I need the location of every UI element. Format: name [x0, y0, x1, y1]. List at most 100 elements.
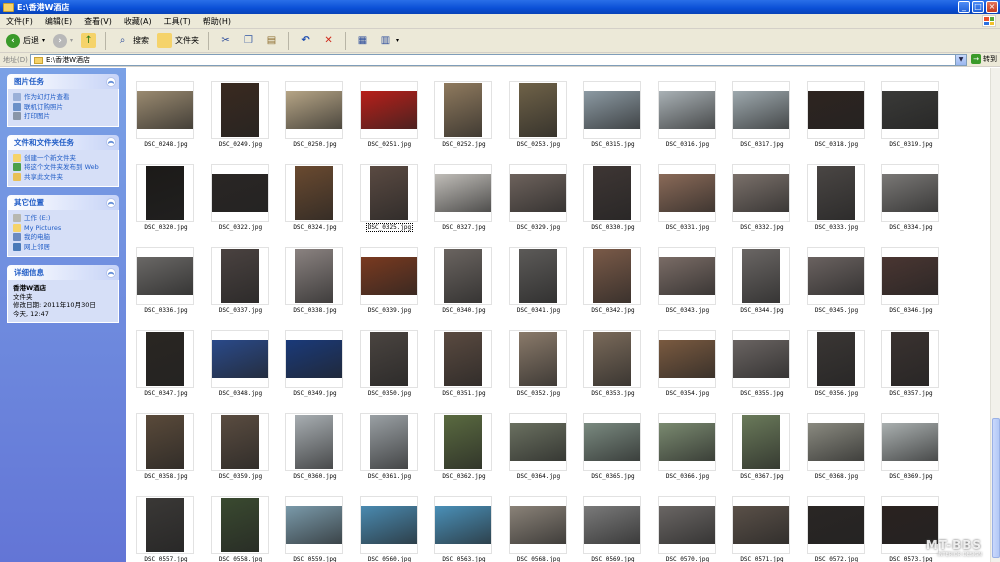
thumbnail-item[interactable]: DSC_0368.jpg: [805, 413, 880, 496]
task-order-prints[interactable]: 联机订购照片: [13, 102, 113, 112]
thumbnail-item[interactable]: DSC_0352.jpg: [507, 330, 582, 413]
copy-button[interactable]: ❐: [239, 31, 258, 51]
thumbnail-item[interactable]: DSC_0319.jpg: [879, 81, 954, 164]
thumbnail-item[interactable]: DSC_0349.jpg: [283, 330, 358, 413]
panel-header[interactable]: 文件和文件夹任务 ︽: [7, 134, 119, 150]
task-share-folder[interactable]: 共享此文件夹: [13, 172, 113, 182]
thumbnail-item[interactable]: DSC_0365.jpg: [581, 413, 656, 496]
thumbnail-item[interactable]: DSC_0364.jpg: [507, 413, 582, 496]
thumbnail-item[interactable]: DSC_0558.jpg: [209, 496, 284, 562]
thumbnail-item[interactable]: DSC_0337.jpg: [209, 247, 284, 330]
thumbnail-item[interactable]: DSC_0251.jpg: [358, 81, 433, 164]
folders-button[interactable]: 文件夹: [155, 31, 201, 51]
thumbnail-item[interactable]: DSC_0351.jpg: [432, 330, 507, 413]
thumbnail-item[interactable]: DSC_0330.jpg: [581, 164, 656, 247]
thumbnail-item[interactable]: DSC_0336.jpg: [134, 247, 209, 330]
menu-favorites[interactable]: 收藏(A): [118, 16, 158, 27]
cut-button[interactable]: ✂: [216, 31, 235, 51]
thumbnail-item[interactable]: DSC_0568.jpg: [507, 496, 582, 562]
task-publish-web[interactable]: 将这个文件夹发布到 Web: [13, 163, 113, 172]
menu-help[interactable]: 帮助(H): [197, 16, 237, 27]
thumbnail-item[interactable]: DSC_0340.jpg: [432, 247, 507, 330]
thumbnail-item[interactable]: DSC_0346.jpg: [879, 247, 954, 330]
collapse-chevron-icon[interactable]: ︽: [106, 137, 116, 147]
thumbnail-item[interactable]: DSC_0369.jpg: [879, 413, 954, 496]
thumbnail-item[interactable]: DSC_0361.jpg: [358, 413, 433, 496]
thumbnail-item[interactable]: DSC_0338.jpg: [283, 247, 358, 330]
views-button[interactable]: ▥ ▾: [376, 31, 401, 51]
search-button[interactable]: ⌕ 搜索: [113, 31, 151, 51]
thumbnail-item[interactable]: DSC_0334.jpg: [879, 164, 954, 247]
thumbnail-item[interactable]: DSC_0248.jpg: [134, 81, 209, 164]
thumbnail-item[interactable]: DSC_0339.jpg: [358, 247, 433, 330]
thumbnail-item[interactable]: DSC_0358.jpg: [134, 413, 209, 496]
panel-header[interactable]: 详细信息 ︽: [7, 265, 119, 280]
thumbnail-item[interactable]: DSC_0557.jpg: [134, 496, 209, 562]
task-slideshow[interactable]: 作为幻灯片查看: [13, 93, 113, 102]
views-dropdown-icon[interactable]: ▾: [396, 37, 399, 44]
close-button[interactable]: ×: [986, 1, 998, 13]
thumbnail-item[interactable]: DSC_0347.jpg: [134, 330, 209, 413]
thumbnail-item[interactable]: DSC_0317.jpg: [730, 81, 805, 164]
back-dropdown-icon[interactable]: ▾: [42, 37, 45, 44]
menu-view[interactable]: 查看(V): [78, 16, 118, 27]
thumbnail-item[interactable]: DSC_0327.jpg: [432, 164, 507, 247]
undo-button[interactable]: ↶: [296, 31, 315, 51]
menu-edit[interactable]: 编辑(E): [39, 16, 78, 27]
thumbnail-item[interactable]: DSC_0571.jpg: [730, 496, 805, 562]
thumbnail-item[interactable]: DSC_0367.jpg: [730, 413, 805, 496]
panel-header[interactable]: 图片任务 ︽: [7, 74, 119, 89]
scrollbar-thumb[interactable]: [992, 418, 1000, 558]
thumbnail-item[interactable]: DSC_0356.jpg: [805, 330, 880, 413]
thumbnail-item[interactable]: DSC_0332.jpg: [730, 164, 805, 247]
thumbnail-item[interactable]: DSC_0563.jpg: [432, 496, 507, 562]
vertical-scrollbar[interactable]: [990, 68, 1000, 562]
paste-button[interactable]: ▤: [262, 31, 281, 51]
thumbnail-item[interactable]: DSC_0362.jpg: [432, 413, 507, 496]
thumbnail-item[interactable]: DSC_0331.jpg: [656, 164, 731, 247]
forward-dropdown-icon[interactable]: ▾: [70, 37, 73, 44]
go-button[interactable]: → 转到: [971, 54, 997, 64]
place-my-pictures[interactable]: My Pictures: [13, 223, 113, 233]
thumbnail-item[interactable]: DSC_0572.jpg: [805, 496, 880, 562]
thumbnail-item[interactable]: DSC_0342.jpg: [581, 247, 656, 330]
minimize-button[interactable]: _: [958, 1, 970, 13]
forward-button[interactable]: › ▾: [51, 31, 75, 51]
panel-header[interactable]: 其它位置 ︽: [7, 195, 119, 210]
collapse-chevron-icon[interactable]: ︽: [106, 76, 116, 87]
place-my-computer[interactable]: 我的电脑: [13, 233, 113, 242]
thumbnail-item[interactable]: DSC_0333.jpg: [805, 164, 880, 247]
thumbnail-item[interactable]: DSC_0360.jpg: [283, 413, 358, 496]
back-button[interactable]: ‹ 后退 ▾: [4, 31, 47, 51]
menu-tools[interactable]: 工具(T): [158, 16, 197, 27]
thumbnail-item[interactable]: DSC_0355.jpg: [730, 330, 805, 413]
thumbnail-item[interactable]: DSC_0569.jpg: [581, 496, 656, 562]
properties-button[interactable]: ▦: [353, 31, 372, 51]
thumbnail-item[interactable]: DSC_0325.jpg: [358, 164, 433, 247]
thumbnail-item[interactable]: DSC_0366.jpg: [656, 413, 731, 496]
thumbnail-item[interactable]: DSC_0315.jpg: [581, 81, 656, 164]
thumbnail-item[interactable]: DSC_0350.jpg: [358, 330, 433, 413]
thumbnail-item[interactable]: DSC_0345.jpg: [805, 247, 880, 330]
task-print[interactable]: 打印图片: [13, 112, 113, 121]
thumbnail-item[interactable]: DSC_0324.jpg: [283, 164, 358, 247]
menu-file[interactable]: 文件(F): [0, 16, 39, 27]
address-dropdown-icon[interactable]: ▼: [955, 55, 966, 65]
thumbnail-item[interactable]: DSC_0322.jpg: [209, 164, 284, 247]
thumbnail-item[interactable]: DSC_0341.jpg: [507, 247, 582, 330]
maximize-button[interactable]: □: [972, 1, 984, 13]
thumbnail-item[interactable]: DSC_0250.jpg: [283, 81, 358, 164]
thumbnail-item[interactable]: DSC_0357.jpg: [879, 330, 954, 413]
collapse-chevron-icon[interactable]: ︽: [106, 267, 116, 278]
collapse-chevron-icon[interactable]: ︽: [106, 197, 116, 208]
delete-button[interactable]: ✕: [319, 31, 338, 51]
thumbnail-item[interactable]: DSC_0570.jpg: [656, 496, 731, 562]
thumbnail-item[interactable]: DSC_0560.jpg: [358, 496, 433, 562]
thumbnail-item[interactable]: DSC_0329.jpg: [507, 164, 582, 247]
thumbnail-item[interactable]: DSC_0316.jpg: [656, 81, 731, 164]
place-drive-e[interactable]: 工作 (E:): [13, 214, 113, 223]
up-folder-button[interactable]: ↑: [79, 31, 98, 51]
thumbnail-item[interactable]: DSC_0318.jpg: [805, 81, 880, 164]
thumbnail-item[interactable]: DSC_0354.jpg: [656, 330, 731, 413]
thumbnail-item[interactable]: DSC_0348.jpg: [209, 330, 284, 413]
